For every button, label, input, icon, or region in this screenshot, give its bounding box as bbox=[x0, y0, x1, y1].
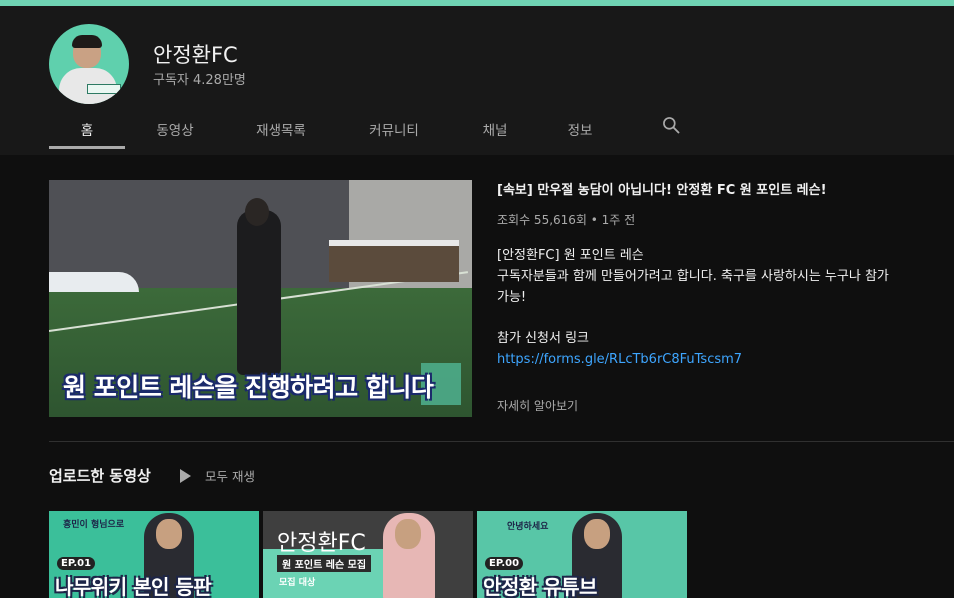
thumbnail-person-head bbox=[245, 198, 269, 226]
video-thumbnail-3[interactable]: 안녕하세요 EP.00 안정환 유튜브 bbox=[477, 511, 687, 598]
signup-label: 참가 신청서 링크 bbox=[497, 331, 589, 346]
subscriber-count: 구독자 4.28만명 bbox=[153, 73, 246, 88]
thumbnail-snow bbox=[49, 272, 139, 292]
read-more-link[interactable]: 자세히 알아보기 bbox=[497, 397, 578, 414]
featured-video-description: [안정환FC] 원 포인트 레슨 구독자분들과 함께 만들어가려고 합니다. 축… bbox=[497, 245, 907, 370]
thumbnail-person bbox=[237, 210, 281, 375]
tab-videos[interactable]: 동영상 bbox=[125, 108, 225, 149]
section-divider bbox=[49, 441, 954, 442]
thumbnail-bench bbox=[329, 240, 459, 282]
featured-video-thumbnail[interactable]: 원 포인트 레슨을 진행하려고 합니다 bbox=[49, 180, 472, 417]
tab-community[interactable]: 커뮤니티 bbox=[337, 108, 451, 149]
description-line: [안정환FC] 원 포인트 레슨 bbox=[497, 248, 644, 263]
episode-badge: EP.01 bbox=[57, 557, 96, 570]
thumbnail-small-text: 흥민이 형님으로 bbox=[63, 520, 125, 530]
avatar-name-tag bbox=[87, 84, 121, 94]
thumbnail-brand-text: 안정환FC bbox=[277, 531, 366, 556]
tab-playlists[interactable]: 재생목록 bbox=[225, 108, 337, 149]
video-thumbnail-1[interactable]: 흥민이 형님으로 EP.01 나무위키 본인 등판 bbox=[49, 511, 259, 598]
uploads-section-title[interactable]: 업로드한 동영상 bbox=[49, 465, 151, 486]
play-all-button[interactable]: 모두 재생 bbox=[180, 466, 255, 485]
tab-home[interactable]: 홈 bbox=[49, 108, 125, 149]
thumbnail-sub-text: 원 포인트 레슨 모집 bbox=[277, 555, 372, 572]
thumbnail-small-text: 모집 대상 bbox=[279, 578, 316, 588]
thumbnail-caption: 원 포인트 레슨을 진행하려고 합니다 bbox=[63, 373, 434, 402]
tab-channels[interactable]: 채널 bbox=[451, 108, 539, 149]
thumbnail-title-text: 안정환 유튜브 bbox=[483, 575, 597, 598]
channel-name: 안정환FC bbox=[153, 43, 238, 67]
thumbnail-small-text: 안녕하세요 bbox=[507, 522, 549, 532]
episode-badge: EP.00 bbox=[485, 557, 524, 570]
featured-video-title[interactable]: [속보] 만우절 농담이 아닙니다! 안정환 FC 원 포인트 레슨! bbox=[497, 179, 827, 198]
video-thumbnail-2[interactable]: 안정환FC 원 포인트 레슨 모집 모집 대상 bbox=[263, 511, 473, 598]
featured-video-meta: 조회수 55,616회 • 1주 전 bbox=[497, 213, 636, 227]
play-all-label: 모두 재생 bbox=[205, 469, 255, 484]
search-icon[interactable] bbox=[661, 115, 681, 135]
play-icon bbox=[180, 468, 191, 483]
tab-about[interactable]: 정보 bbox=[539, 108, 621, 149]
description-line: 가능! bbox=[497, 290, 527, 305]
avatar-hair bbox=[72, 35, 102, 48]
description-line: 구독자분들과 함께 만들어가려고 합니다. 축구를 사랑하시는 누구나 참가 bbox=[497, 269, 889, 284]
thumbnail-person bbox=[383, 513, 435, 598]
thumbnail-title-text: 나무위키 본인 등판 bbox=[55, 575, 212, 598]
channel-tabs: 홈 동영상 재생목록 커뮤니티 채널 정보 bbox=[49, 108, 621, 149]
signup-link[interactable]: https://forms.gle/RLcTb6rC8FuTscsm7 bbox=[497, 349, 907, 370]
channel-avatar[interactable] bbox=[49, 24, 129, 104]
